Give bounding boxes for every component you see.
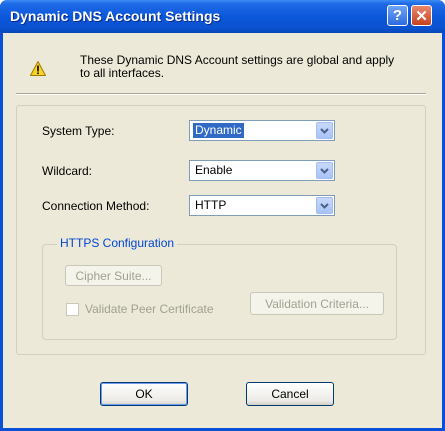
validate-peer-certificate-checkbox[interactable] bbox=[66, 303, 79, 316]
separator bbox=[16, 93, 426, 95]
system-type-value: Dynamic bbox=[193, 123, 244, 138]
cancel-button[interactable]: Cancel bbox=[246, 382, 334, 406]
validate-peer-certificate-label: Validate Peer Certificate bbox=[85, 302, 214, 316]
connection-method-label: Connection Method: bbox=[42, 199, 150, 213]
warning-icon bbox=[30, 61, 46, 76]
help-icon: ? bbox=[392, 7, 403, 24]
chevron-down-icon[interactable] bbox=[316, 122, 333, 139]
close-button[interactable]: ✕ bbox=[411, 5, 432, 26]
notice-text: These Dynamic DNS Account settings are g… bbox=[80, 53, 395, 80]
connection-method-select[interactable]: HTTP bbox=[189, 195, 335, 216]
window-title: Dynamic DNS Account Settings bbox=[10, 8, 221, 24]
help-button[interactable]: ? bbox=[387, 5, 408, 26]
chevron-down-icon[interactable] bbox=[316, 162, 333, 179]
system-type-label: System Type: bbox=[42, 124, 115, 138]
wildcard-select[interactable]: Enable bbox=[189, 160, 335, 181]
wildcard-label: Wildcard: bbox=[42, 164, 93, 178]
ok-button[interactable]: OK bbox=[100, 382, 188, 406]
system-type-select[interactable]: Dynamic bbox=[189, 120, 335, 141]
https-config-title: HTTPS Configuration bbox=[57, 236, 178, 250]
connection-method-value: HTTP bbox=[195, 198, 227, 212]
close-icon: ✕ bbox=[415, 7, 428, 25]
chevron-down-icon[interactable] bbox=[316, 197, 333, 214]
cipher-suite-button[interactable]: Cipher Suite... bbox=[65, 265, 162, 286]
validation-criteria-button[interactable]: Validation Criteria... bbox=[250, 292, 384, 315]
wildcard-value: Enable bbox=[195, 163, 233, 177]
title-bar[interactable]: Dynamic DNS Account Settings ? ✕ bbox=[0, 0, 445, 33]
